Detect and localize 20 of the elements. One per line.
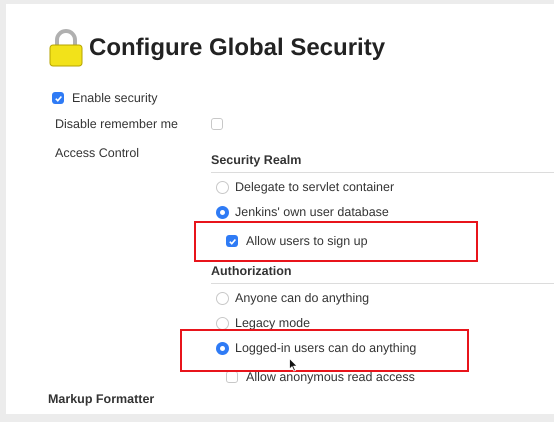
- checkbox-label: Allow anonymous read access: [246, 368, 415, 386]
- checkbox[interactable]: [211, 118, 223, 130]
- field-label: Access Control: [55, 145, 140, 162]
- section-heading: Markup Formatter: [48, 392, 154, 407]
- radio-label: Delegate to servlet container: [235, 179, 394, 196]
- radio-label: Logged-in users can do anything: [235, 340, 416, 358]
- padlock-icon: [48, 29, 84, 67]
- checkbox[interactable]: [226, 371, 238, 383]
- radio-label: Anyone can do anything: [235, 290, 370, 308]
- mouse-pointer-icon: [289, 358, 298, 372]
- radio-label: Jenkins' own user database: [235, 204, 389, 222]
- section-heading: Security Realm: [211, 149, 554, 173]
- checkbox[interactable]: [52, 92, 64, 104]
- section-heading: Authorization: [211, 260, 554, 284]
- radio-label: Legacy mode: [235, 315, 310, 332]
- checkbox[interactable]: [226, 235, 238, 247]
- checkbox-label: Allow users to sign up: [246, 232, 368, 250]
- checkbox-label: Enable security: [72, 90, 158, 107]
- page-title: Configure Global Security: [89, 33, 386, 63]
- field-label: Disable remember me: [55, 116, 179, 133]
